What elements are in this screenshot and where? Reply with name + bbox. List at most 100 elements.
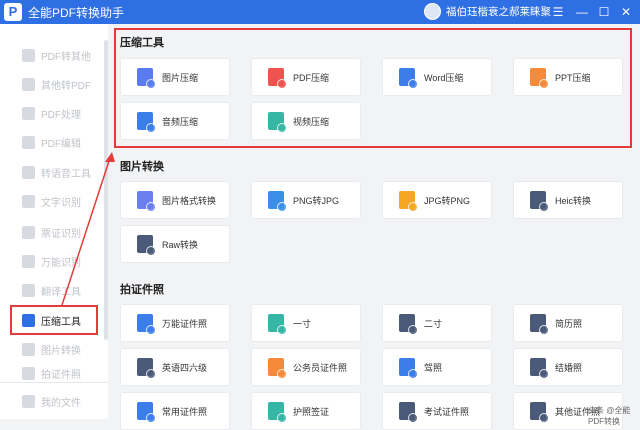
- avatar[interactable]: [424, 3, 441, 20]
- two-inch-icon: [399, 314, 418, 335]
- card-common-id[interactable]: 常用证件照: [120, 392, 230, 430]
- card-label: 考试证件照: [424, 406, 470, 417]
- card-label: 护照签证: [293, 406, 330, 417]
- sidebar-item-pdf-to-other[interactable]: PDF转其他: [8, 44, 100, 66]
- sidebar-item-label: 拍证件照: [41, 369, 81, 381]
- image-icon: [22, 342, 35, 356]
- watermark: 头条 @全能PDF转换: [588, 406, 631, 426]
- sidebar-item-label: PDF编辑: [41, 138, 81, 150]
- close-icon[interactable]: ✕: [616, 2, 636, 22]
- maximize-icon[interactable]: ☐: [594, 2, 614, 22]
- sidebar-divider: [0, 382, 108, 383]
- sidebar-item-compress-tools[interactable]: 压缩工具: [10, 305, 98, 335]
- card-civil-servant[interactable]: 公务员证件照: [251, 348, 361, 386]
- card-label: 常用证件照: [162, 406, 208, 417]
- id-photo-icon: [22, 366, 35, 380]
- section-title-id-photo: 拍证件照: [120, 284, 164, 296]
- app-title: 全能PDF转换助手: [28, 5, 125, 20]
- driver-license-icon: [399, 358, 418, 379]
- card-label: Raw转换: [162, 239, 199, 250]
- sidebar-item-my-files[interactable]: 我的文件: [8, 390, 100, 412]
- scan-icon: [22, 254, 35, 268]
- card-label: 公务员证件照: [293, 362, 348, 373]
- card-cet[interactable]: 英语四六级: [120, 348, 230, 386]
- sidebar-item-voice-tools[interactable]: 转语音工具: [8, 161, 100, 183]
- voice-icon: [22, 165, 35, 179]
- card-label: 英语四六级: [162, 362, 208, 373]
- passport-icon: [268, 402, 287, 423]
- card-label: 结婚照: [555, 362, 583, 373]
- card-driver-license[interactable]: 驾照: [382, 348, 492, 386]
- one-inch-icon: [268, 314, 287, 335]
- title-bar: P 全能PDF转换助手 福伯珏楷衰之郝莱睐聚 ☰ — ☐ ✕: [0, 0, 640, 24]
- card-label: 一寸: [293, 318, 312, 329]
- section-title-image-convert: 图片转换: [120, 161, 164, 173]
- other-id-icon: [530, 402, 549, 423]
- sidebar-item-label: 我的文件: [41, 397, 81, 409]
- sidebar-item-pdf-process[interactable]: PDF处理: [8, 102, 100, 124]
- raw-icon: [137, 235, 156, 256]
- sidebar-item-label: PDF转其他: [41, 51, 91, 63]
- text-ocr-icon: [22, 194, 35, 208]
- sidebar-item-id-photo[interactable]: 拍证件照: [8, 366, 100, 380]
- card-label: 简历照: [555, 318, 583, 329]
- card-label: 驾照: [424, 362, 443, 373]
- compress-highlight-box: [114, 28, 632, 148]
- pdf-convert-icon: [22, 48, 35, 62]
- card-universal-id[interactable]: 万能证件照: [120, 304, 230, 342]
- exam-photo-icon: [399, 402, 418, 423]
- user-account[interactable]: 福伯珏楷衰之郝莱睐聚: [424, 3, 551, 20]
- card-exam-photo[interactable]: 考试证件照: [382, 392, 492, 430]
- menu-icon[interactable]: ☰: [548, 2, 568, 22]
- jpg-icon: [399, 191, 418, 212]
- card-png-to-jpg[interactable]: PNG转JPG: [251, 181, 361, 219]
- sidebar-item-image-convert[interactable]: 图片转换: [8, 338, 100, 360]
- translate-icon: [22, 283, 35, 297]
- card-label: 图片格式转换: [162, 195, 217, 206]
- image-format-icon: [137, 191, 156, 212]
- pdf-edit-icon: [22, 135, 35, 149]
- common-id-icon: [137, 402, 156, 423]
- sidebar-item-label: 转语音工具: [41, 168, 91, 180]
- pdf-process-icon: [22, 106, 35, 120]
- sidebar-item-label: 票证识别: [41, 228, 81, 240]
- card-passport[interactable]: 护照签证: [251, 392, 361, 430]
- card-label: 二寸: [424, 318, 443, 329]
- card-raw-convert[interactable]: Raw转换: [120, 225, 230, 263]
- sidebar-item-ticket-ocr[interactable]: 票证识别: [8, 221, 100, 243]
- sidebar-item-label: 其他转PDF: [41, 80, 91, 92]
- sidebar: PDF转其他 其他转PDF PDF处理 PDF编辑 转语音工具 文字识别 票证识…: [0, 24, 108, 419]
- card-image-format[interactable]: 图片格式转换: [120, 181, 230, 219]
- ticket-icon: [22, 225, 35, 239]
- resume-photo-icon: [530, 314, 549, 335]
- card-heic-convert[interactable]: Heic转换: [513, 181, 623, 219]
- sidebar-item-label: PDF处理: [41, 109, 81, 121]
- to-pdf-icon: [22, 77, 35, 91]
- user-name[interactable]: 福伯珏楷衰之郝莱睐聚: [446, 4, 551, 19]
- id-photo-icon: [137, 314, 156, 335]
- heic-icon: [530, 191, 549, 212]
- folder-icon: [22, 394, 35, 408]
- card-wedding-photo[interactable]: 结婚照: [513, 348, 623, 386]
- sidebar-item-translate[interactable]: 翻译工具: [8, 279, 100, 301]
- wedding-photo-icon: [530, 358, 549, 379]
- card-one-inch[interactable]: 一寸: [251, 304, 361, 342]
- sidebar-item-other-to-pdf[interactable]: 其他转PDF: [8, 73, 100, 95]
- minimize-icon[interactable]: —: [572, 2, 592, 22]
- card-jpg-to-png[interactable]: JPG转PNG: [382, 181, 492, 219]
- card-two-inch[interactable]: 二寸: [382, 304, 492, 342]
- card-label: Heic转换: [555, 195, 592, 206]
- card-label: PNG转JPG: [293, 195, 340, 206]
- cet-icon: [137, 358, 156, 379]
- sidebar-item-universal-ocr[interactable]: 万能识别: [8, 250, 100, 272]
- sidebar-item-label: 图片转换: [41, 345, 81, 357]
- sidebar-item-pdf-edit[interactable]: PDF编辑: [8, 131, 100, 153]
- card-label: JPG转PNG: [424, 195, 471, 206]
- sidebar-item-text-ocr[interactable]: 文字识别: [8, 190, 100, 212]
- card-label: 万能证件照: [162, 318, 208, 329]
- card-resume-photo[interactable]: 简历照: [513, 304, 623, 342]
- png-icon: [268, 191, 287, 212]
- civil-servant-icon: [268, 358, 287, 379]
- app-logo: P: [4, 3, 22, 21]
- sidebar-item-label: 文字识别: [41, 197, 81, 209]
